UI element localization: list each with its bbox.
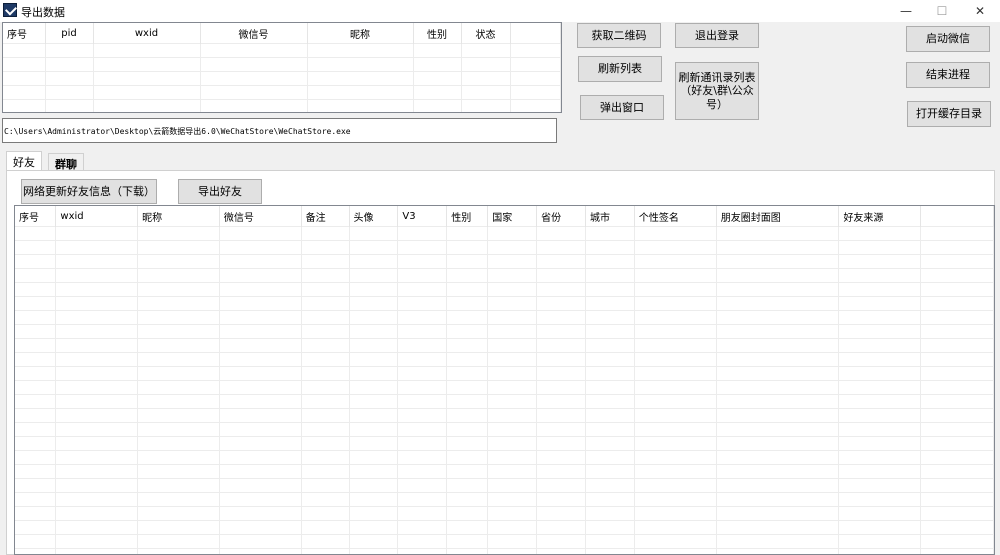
table-row[interactable] [15,520,994,535]
column-header[interactable]: wxid [93,23,201,44]
table-row[interactable] [15,464,994,479]
logout-button[interactable]: 退出登录 [675,23,759,48]
close-button[interactable]: ✕ [957,0,1000,22]
accounts-table[interactable]: 序号 pid wxid 微信号 昵称 性别 状态 [2,22,562,113]
column-header[interactable]: V3 [397,206,448,227]
table-row[interactable] [15,394,994,409]
column-header[interactable]: 昵称 [137,206,220,227]
column-header[interactable]: 好友来源 [838,206,922,227]
export-friends-button[interactable]: 导出好友 [178,179,262,204]
table-row[interactable] [15,534,994,549]
column-header[interactable]: 个性签名 [634,206,717,227]
table-row[interactable] [15,352,994,367]
friends-table[interactable]: 序号 wxid 昵称 微信号 备注 头像 V3 性别 国家 省份 城市 个性签名… [14,205,995,555]
table-row[interactable] [15,324,994,339]
table-row[interactable] [15,254,994,269]
table-row[interactable] [15,282,994,297]
table-row[interactable] [15,296,994,311]
table-row[interactable] [15,548,994,554]
table-row[interactable] [3,99,561,112]
popup-window-button[interactable]: 弹出窗口 [580,95,664,120]
column-header[interactable]: 序号 [15,206,57,227]
table-row[interactable] [15,338,994,353]
table-row[interactable] [15,422,994,437]
tab-groups[interactable]: 群聊 [48,153,84,171]
column-header[interactable]: 国家 [487,206,538,227]
table-row[interactable] [15,450,994,465]
table-row[interactable] [3,57,561,72]
friends-table-header: 序号 wxid 昵称 微信号 备注 头像 V3 性别 国家 省份 城市 个性签名… [15,206,994,227]
column-header[interactable]: 城市 [585,206,635,227]
app-icon [3,3,17,17]
table-row[interactable] [15,226,994,241]
table-row[interactable] [3,43,561,58]
table-row[interactable] [15,506,994,521]
column-header[interactable]: 序号 [3,23,46,44]
table-row[interactable] [15,408,994,423]
table-row[interactable] [15,268,994,283]
column-header[interactable]: 状态 [461,23,511,44]
column-header[interactable]: 微信号 [219,206,302,227]
tab-friends[interactable]: 好友 [6,151,42,171]
table-row[interactable] [15,240,994,255]
column-header[interactable]: 性别 [413,23,462,44]
open-cache-dir-button[interactable]: 打开缓存目录 [907,101,991,127]
table-row[interactable] [3,85,561,100]
column-header[interactable]: wxid [55,206,139,227]
accounts-table-header: 序号 pid wxid 微信号 昵称 性别 状态 [3,23,561,44]
window-title: 导出数据 [21,6,65,19]
column-header[interactable]: 省份 [536,206,586,227]
network-update-button[interactable]: 网络更新好友信息（下载） [21,179,157,204]
table-row[interactable] [15,436,994,451]
column-header[interactable]: 昵称 [307,23,414,44]
table-row[interactable] [15,478,994,493]
column-header[interactable]: 备注 [301,206,350,227]
column-header[interactable]: 微信号 [200,23,308,44]
column-header[interactable]: 朋友圈封面图 [716,206,840,227]
table-row[interactable] [15,380,994,395]
column-header[interactable]: 性别 [446,206,489,227]
table-row[interactable] [15,366,994,381]
end-process-button[interactable]: 结束进程 [906,62,990,88]
table-row[interactable] [15,310,994,325]
refresh-list-button[interactable]: 刷新列表 [578,56,662,82]
table-row[interactable] [3,71,561,86]
column-header[interactable] [920,206,994,227]
column-header[interactable] [510,23,561,44]
exe-path-field[interactable]: C:\Users\Administrator\Desktop\云箭数据导出6.0… [2,118,557,143]
get-qrcode-button[interactable]: 获取二维码 [577,23,661,48]
column-header[interactable]: pid [45,23,94,44]
refresh-contacts-button[interactable]: 刷新通讯录列表（好友\群\公众号） [675,62,759,120]
launch-wechat-button[interactable]: 启动微信 [906,26,990,52]
column-header[interactable]: 头像 [349,206,399,227]
table-row[interactable] [15,492,994,507]
title-bar: 导出数据 — ☐ ✕ [0,0,1000,22]
